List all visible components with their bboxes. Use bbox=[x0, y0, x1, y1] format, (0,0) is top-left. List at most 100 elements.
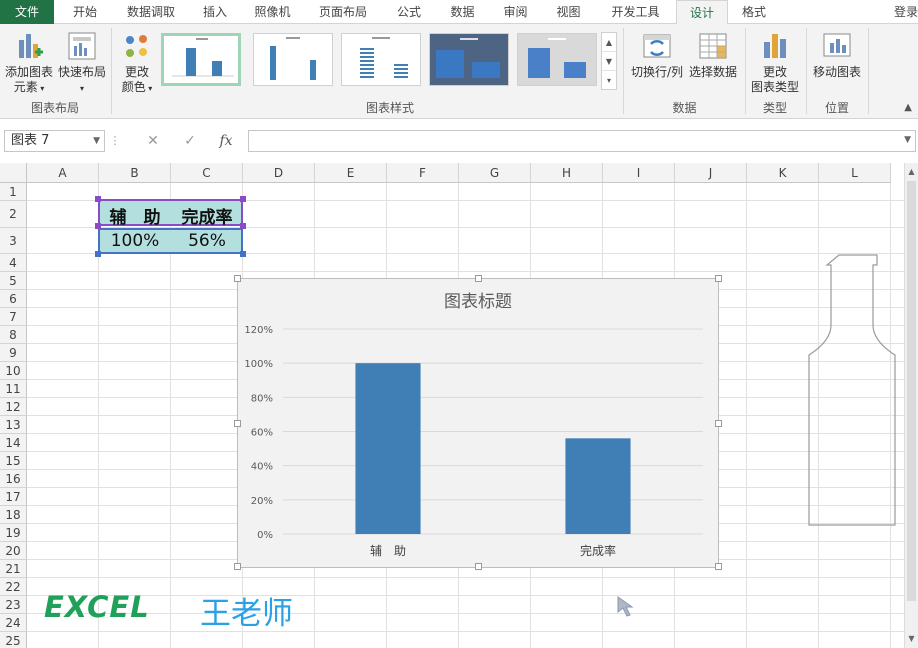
row-header-4[interactable]: 4 bbox=[0, 254, 27, 272]
tab-8[interactable]: 审阅 bbox=[491, 0, 540, 24]
row-header-16[interactable]: 16 bbox=[0, 470, 27, 488]
tab-2[interactable]: 数据调取 bbox=[115, 0, 187, 24]
chart-resize-handle[interactable] bbox=[234, 563, 241, 570]
column-header-l[interactable]: L bbox=[819, 163, 891, 183]
row-header-3[interactable]: 3 bbox=[0, 228, 27, 254]
row-header-20[interactable]: 20 bbox=[0, 542, 27, 560]
tab-5[interactable]: 页面布局 bbox=[306, 0, 380, 24]
scroll-up-icon[interactable]: ▲ bbox=[905, 165, 918, 179]
selection-handle[interactable] bbox=[95, 196, 101, 202]
switch-row-column-button[interactable]: 切换行/列 bbox=[627, 30, 687, 80]
column-header-g[interactable]: G bbox=[459, 163, 531, 183]
chart-style-1[interactable] bbox=[161, 33, 241, 86]
selection-handle[interactable] bbox=[95, 251, 101, 257]
row-header-12[interactable]: 12 bbox=[0, 398, 27, 416]
tab-7[interactable]: 数据 bbox=[437, 0, 488, 24]
formula-input[interactable]: ▼ bbox=[248, 130, 916, 152]
row-header-9[interactable]: 9 bbox=[0, 344, 27, 362]
column-header-c[interactable]: C bbox=[171, 163, 243, 183]
chart-resize-handle[interactable] bbox=[715, 275, 722, 282]
gallery-more-icon[interactable]: ▾ bbox=[602, 71, 616, 90]
cell-c3[interactable]: 56% bbox=[172, 231, 242, 251]
cell-b2[interactable]: 辅 助 bbox=[100, 203, 170, 228]
row-header-17[interactable]: 17 bbox=[0, 488, 27, 506]
column-header-e[interactable]: E bbox=[315, 163, 387, 183]
vertical-scrollbar[interactable]: ▲ ▼ bbox=[904, 163, 918, 648]
tab-12[interactable]: 格式 bbox=[729, 0, 779, 24]
source-data-range[interactable]: 辅 助 完成率 100% 56% bbox=[95, 196, 246, 257]
expand-formula-bar-icon[interactable]: ▼ bbox=[904, 135, 911, 145]
chart-title[interactable]: 图表标题 bbox=[444, 292, 512, 312]
row-header-14[interactable]: 14 bbox=[0, 434, 27, 452]
change-colors-button[interactable]: 更改 颜色 ▾ bbox=[115, 30, 159, 96]
column-header-b[interactable]: B bbox=[99, 163, 171, 183]
gallery-down-icon[interactable]: ▼ bbox=[602, 52, 616, 71]
row-header-18[interactable]: 18 bbox=[0, 506, 27, 524]
cell-b3[interactable]: 100% bbox=[100, 231, 170, 251]
tab-10[interactable]: 开发工具 bbox=[597, 0, 674, 24]
style-gallery-scroll[interactable]: ▲ ▼ ▾ bbox=[601, 32, 617, 90]
chart-resize-handle[interactable] bbox=[475, 275, 482, 282]
column-header-k[interactable]: K bbox=[747, 163, 819, 183]
tab-11[interactable]: 设计 bbox=[676, 0, 728, 25]
column-header-d[interactable]: D bbox=[243, 163, 315, 183]
row-header-7[interactable]: 7 bbox=[0, 308, 27, 326]
chart-resize-handle[interactable] bbox=[475, 563, 482, 570]
row-header-22[interactable]: 22 bbox=[0, 578, 27, 596]
cancel-icon[interactable]: ✕ bbox=[140, 130, 166, 152]
row-header-10[interactable]: 10 bbox=[0, 362, 27, 380]
scrollbar-thumb[interactable] bbox=[907, 181, 916, 601]
chart-style-5[interactable] bbox=[517, 33, 597, 86]
tab-1[interactable]: 开始 bbox=[57, 0, 113, 24]
chart-resize-handle[interactable] bbox=[234, 275, 241, 282]
chart-resize-handle[interactable] bbox=[234, 420, 241, 427]
scroll-down-icon[interactable]: ▼ bbox=[905, 632, 918, 646]
tab-6[interactable]: 公式 bbox=[384, 0, 434, 24]
chart-style-4[interactable] bbox=[429, 33, 509, 86]
row-header-19[interactable]: 19 bbox=[0, 524, 27, 542]
tab-0[interactable]: 文件 bbox=[0, 0, 54, 24]
row-header-23[interactable]: 23 bbox=[0, 596, 27, 614]
row-header-6[interactable]: 6 bbox=[0, 290, 27, 308]
row-header-2[interactable]: 2 bbox=[0, 201, 27, 228]
selection-handle[interactable] bbox=[240, 196, 246, 202]
row-header-5[interactable]: 5 bbox=[0, 272, 27, 290]
tab-4[interactable]: 照像机 bbox=[241, 0, 304, 24]
row-header-13[interactable]: 13 bbox=[0, 416, 27, 434]
insert-function-icon[interactable]: fx bbox=[213, 130, 239, 152]
gallery-up-icon[interactable]: ▲ bbox=[602, 33, 616, 52]
selection-handle[interactable] bbox=[240, 251, 246, 257]
column-header-j[interactable]: J bbox=[675, 163, 747, 183]
chart-resize-handle[interactable] bbox=[715, 420, 722, 427]
select-data-button[interactable]: 选择数据 bbox=[688, 30, 738, 80]
row-header-1[interactable]: 1 bbox=[0, 183, 27, 201]
cell-c2[interactable]: 完成率 bbox=[172, 203, 242, 228]
tab-9[interactable]: 视图 bbox=[542, 0, 595, 24]
change-chart-type-button[interactable]: 更改 图表类型 bbox=[748, 30, 802, 95]
row-header-21[interactable]: 21 bbox=[0, 560, 27, 578]
row-header-8[interactable]: 8 bbox=[0, 326, 27, 344]
select-all-corner[interactable] bbox=[0, 163, 27, 183]
move-chart-button[interactable]: 移动图表 bbox=[810, 30, 864, 80]
chart-style-2[interactable] bbox=[253, 33, 333, 86]
add-chart-element-button[interactable]: 添加图表 元素 ▾ bbox=[3, 30, 55, 96]
bar-0[interactable] bbox=[355, 363, 421, 534]
column-header-a[interactable]: A bbox=[27, 163, 99, 183]
column-header-i[interactable]: I bbox=[603, 163, 675, 183]
column-header-f[interactable]: F bbox=[387, 163, 459, 183]
chart-object[interactable]: 图表标题 0% 20% 40% 60% 80% 100% 120% 辅 助 完成率 bbox=[234, 275, 722, 570]
row-header-25[interactable]: 25 bbox=[0, 632, 27, 648]
login-link[interactable]: 登录 bbox=[894, 0, 918, 24]
quick-layout-button[interactable]: 快速布局 ▾ bbox=[57, 30, 107, 96]
tab-3[interactable]: 插入 bbox=[191, 0, 239, 24]
name-box-dropdown-icon[interactable]: ▼ bbox=[93, 131, 100, 151]
row-header-24[interactable]: 24 bbox=[0, 614, 27, 632]
collapse-ribbon-icon[interactable]: ▲ bbox=[904, 102, 912, 113]
chart-resize-handle[interactable] bbox=[715, 563, 722, 570]
name-box[interactable]: 图表 7 ▼ bbox=[4, 130, 105, 152]
row-header-11[interactable]: 11 bbox=[0, 380, 27, 398]
column-header-h[interactable]: H bbox=[531, 163, 603, 183]
bar-1[interactable] bbox=[565, 438, 631, 534]
row-header-15[interactable]: 15 bbox=[0, 452, 27, 470]
chart-style-3[interactable] bbox=[341, 33, 421, 86]
